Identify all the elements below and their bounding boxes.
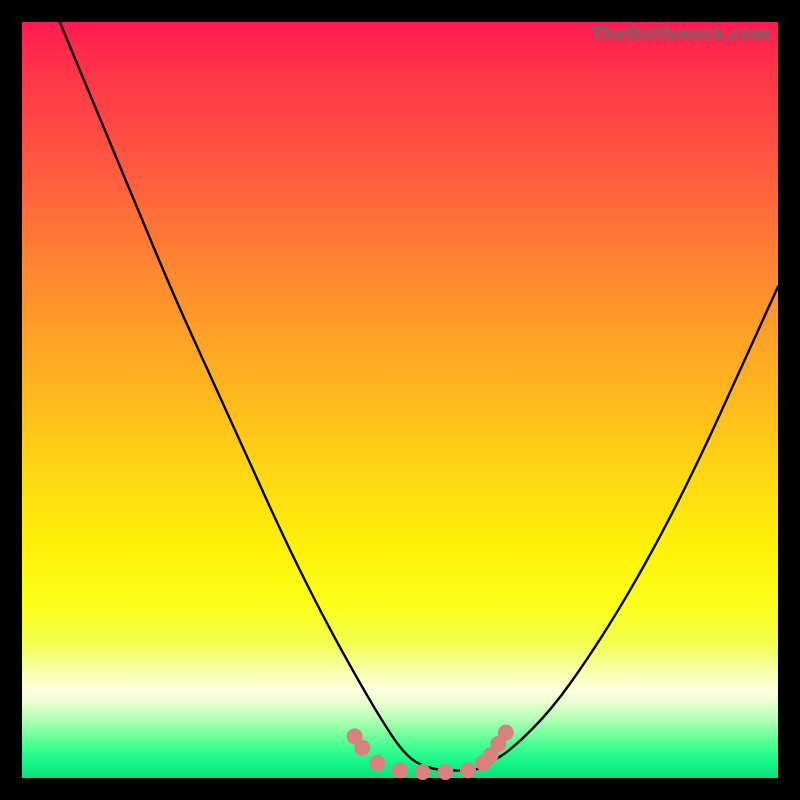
marker-dot <box>460 762 476 778</box>
marker-dot <box>369 755 385 771</box>
marker-dot <box>392 762 408 778</box>
marker-dot <box>354 740 370 756</box>
marker-dot <box>498 725 514 741</box>
chart-frame: TheBottleneck.com <box>0 0 800 800</box>
marker-group <box>347 725 514 780</box>
marker-dot <box>437 764 453 780</box>
plot-area: TheBottleneck.com <box>22 22 778 778</box>
curve-path <box>60 22 778 770</box>
marker-dot <box>415 764 431 780</box>
bottleneck-curve <box>22 22 778 778</box>
